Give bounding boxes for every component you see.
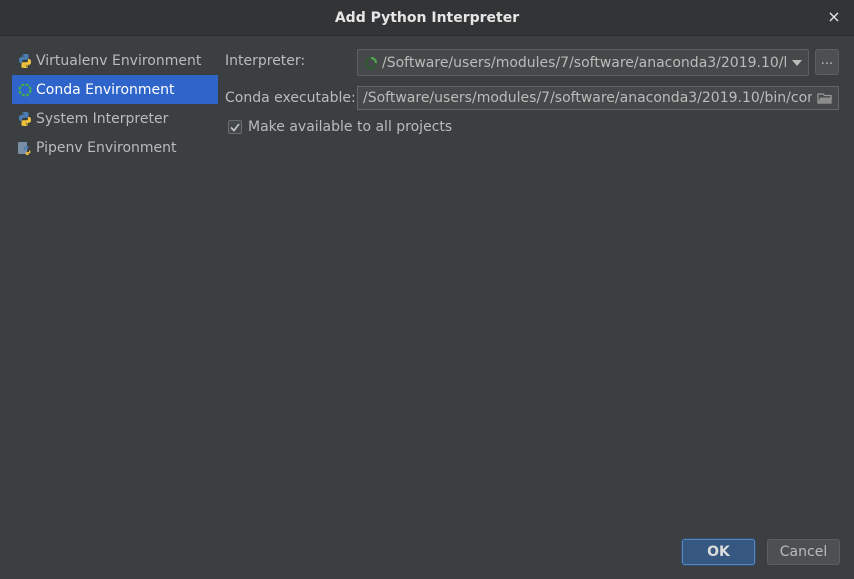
make-available-label: Make available to all projects — [248, 119, 453, 135]
sidebar-item-conda[interactable]: Conda Environment — [12, 75, 218, 104]
cancel-button[interactable]: Cancel — [767, 539, 840, 565]
loading-spinner-icon — [364, 56, 378, 70]
title-bar: Add Python Interpreter × — [0, 0, 854, 36]
close-icon[interactable]: × — [826, 9, 842, 25]
conda-executable-field[interactable]: /Software/users/modules/7/software/anaco… — [357, 86, 839, 110]
sidebar-item-system-interpreter[interactable]: System Interpreter — [12, 104, 218, 133]
sidebar-item-label: System Interpreter — [36, 110, 169, 127]
ok-button[interactable]: OK — [682, 539, 755, 565]
python-icon — [17, 111, 33, 127]
pipenv-icon — [17, 140, 33, 156]
make-available-checkbox[interactable] — [228, 120, 242, 134]
sidebar-item-pipenv[interactable]: Pipenv Environment — [12, 133, 218, 162]
make-available-option[interactable]: Make available to all projects — [228, 119, 452, 135]
environment-type-list: Virtualenv Environment Conda Environment… — [12, 46, 218, 566]
sidebar-item-label: Conda Environment — [36, 81, 175, 98]
conda-executable-label: Conda executable: — [225, 90, 356, 106]
sidebar-item-label: Virtualenv Environment — [36, 52, 202, 69]
interpreter-label: Interpreter: — [225, 53, 306, 69]
python-icon — [17, 53, 33, 69]
interpreter-dropdown[interactable]: /Software/users/modules/7/software/anaco… — [357, 49, 809, 76]
browse-interpreter-button[interactable]: ... — [815, 49, 839, 75]
sidebar-item-label: Pipenv Environment — [36, 139, 177, 156]
dialog-title: Add Python Interpreter — [334, 9, 520, 26]
folder-icon[interactable] — [812, 92, 838, 105]
chevron-down-icon — [786, 59, 808, 66]
interpreter-value: /Software/users/modules/7/software/anaco… — [382, 54, 786, 71]
sidebar-item-virtualenv[interactable]: Virtualenv Environment — [12, 46, 218, 75]
conda-executable-value: /Software/users/modules/7/software/anaco… — [363, 90, 812, 106]
conda-icon — [17, 82, 33, 98]
